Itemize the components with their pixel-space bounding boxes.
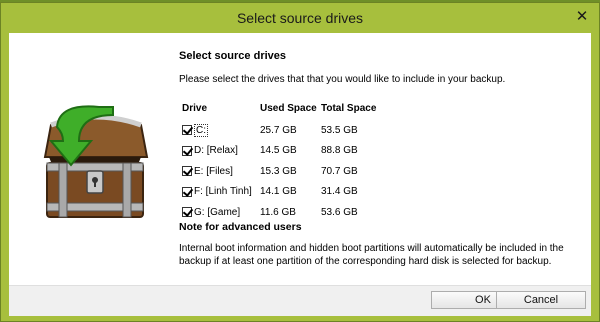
used-space-cell: 11.6 GB <box>260 206 296 218</box>
select-source-drives-dialog: Select source drives ✕ Select source dri… <box>0 2 600 322</box>
header-total-space: Total Space <box>321 102 377 114</box>
total-space-cell: 70.7 GB <box>321 165 358 177</box>
close-icon[interactable]: ✕ <box>573 9 591 25</box>
drive-checkbox[interactable] <box>182 186 192 197</box>
dialog-footer: OK Cancel <box>9 285 591 316</box>
used-space-cell: 15.3 GB <box>260 165 297 177</box>
header-drive: Drive <box>182 102 208 114</box>
drive-checkbox[interactable] <box>182 207 192 218</box>
header-used-space: Used Space <box>260 102 317 114</box>
drive-checkbox[interactable] <box>182 125 192 136</box>
table-row: G: [Game] 11.6 GB 53.6 GB <box>179 202 391 223</box>
dialog-content: Select source drives Please select the d… <box>9 33 591 285</box>
table-row: E: [Files] 15.3 GB 70.7 GB <box>179 161 391 182</box>
note-text: Internal boot information and hidden boo… <box>179 243 564 267</box>
section-heading: Select source drives <box>179 50 287 62</box>
used-space-cell: 25.7 GB <box>260 124 297 136</box>
total-space-cell: 31.4 GB <box>321 186 358 198</box>
total-space-cell: 53.5 GB <box>321 124 358 136</box>
drive-cell: E: [Files] <box>179 161 260 182</box>
treasure-chest-icon <box>43 105 149 218</box>
drive-label: G: [Game] <box>194 206 241 218</box>
drive-cell: C: <box>179 120 260 141</box>
total-space-cell: 53.6 GB <box>321 206 358 218</box>
table-row: D: [Relax] 14.5 GB 88.8 GB <box>179 141 391 162</box>
drive-checkbox[interactable] <box>182 166 192 177</box>
total-space-cell: 88.8 GB <box>321 145 358 157</box>
drive-cell: D: [Relax] <box>179 141 260 162</box>
dialog-title: Select source drives <box>236 10 364 26</box>
used-space-cell: 14.1 GB <box>260 186 297 198</box>
used-space-cell: 14.5 GB <box>260 145 297 157</box>
drive-cell: G: [Game] <box>179 202 260 223</box>
drives-table: Drive Used Space Total Space C: 25.7 GB … <box>179 102 391 223</box>
cancel-button[interactable]: Cancel <box>496 291 586 309</box>
drive-label: E: [Files] <box>194 165 233 177</box>
drive-label: C: <box>194 123 208 137</box>
drive-label: D: [Relax] <box>194 145 238 157</box>
section-description: Please select the drives that that you w… <box>179 74 506 85</box>
note-heading: Note for advanced users <box>179 221 302 233</box>
table-row: F: [Linh Tinh] 14.1 GB 31.4 GB <box>179 182 391 203</box>
drive-cell: F: [Linh Tinh] <box>179 182 260 203</box>
drive-label: F: [Linh Tinh] <box>194 186 252 198</box>
drive-checkbox[interactable] <box>182 145 192 156</box>
table-row: C: 25.7 GB 53.5 GB <box>179 120 391 141</box>
